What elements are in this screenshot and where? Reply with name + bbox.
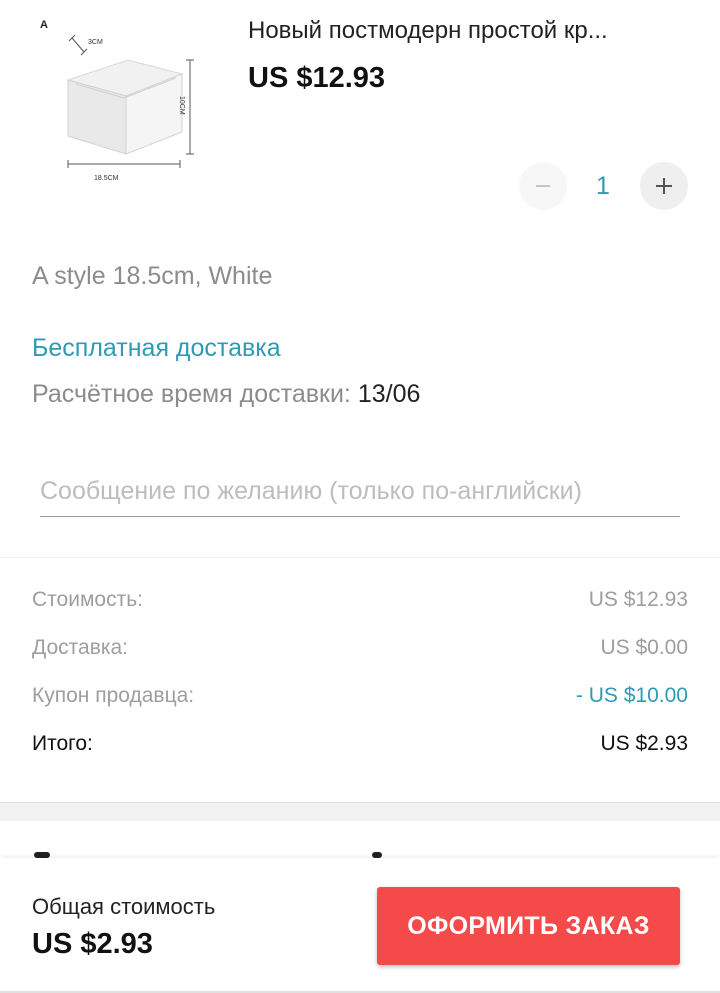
product-image[interactable]: A 3CM 10CM 18.5CM xyxy=(32,8,208,192)
summary-total-label: Итого: xyxy=(32,732,93,755)
delivery-estimate-label: Расчётное время доставки: xyxy=(32,380,351,408)
plus-icon xyxy=(656,178,672,194)
section-divider xyxy=(0,557,720,558)
checkout-total-value: US $2.93 xyxy=(32,928,153,960)
summary-coupon-label: Купон продавца: xyxy=(32,684,195,707)
quantity-stepper: 1 xyxy=(519,162,689,210)
seller-message-field xyxy=(40,468,680,517)
quantity-value: 1 xyxy=(596,172,610,200)
summary-total-value: US $2.93 xyxy=(600,732,688,755)
seller-message-input[interactable] xyxy=(40,468,680,514)
order-summary: Стоимость: US $12.93 Доставка: US $0.00 … xyxy=(0,576,720,768)
delivery-estimate: Расчётное время доставки: 13/06 xyxy=(32,380,420,409)
minus-icon xyxy=(536,185,550,187)
checkout-total-label: Общая стоимость xyxy=(32,894,216,919)
summary-row-delivery: Доставка: US $0.00 xyxy=(0,624,720,672)
product-title[interactable]: Новый постмодерн простой кр... xyxy=(248,14,688,48)
summary-row-total: Итого: US $2.93 xyxy=(0,720,720,768)
delivery-estimate-date: 13/06 xyxy=(357,380,421,408)
increase-quantity-button[interactable] xyxy=(640,162,688,210)
section-separator-band xyxy=(0,802,720,821)
image-dim-side: 10CM xyxy=(178,96,185,115)
decrease-quantity-button[interactable] xyxy=(519,162,567,210)
product-image-graphic: A 3CM 10CM 18.5CM xyxy=(40,19,194,182)
image-dim-bottom: 18.5CM xyxy=(94,175,119,182)
summary-delivery-value: US $0.00 xyxy=(600,636,688,659)
free-shipping-label[interactable]: Бесплатная доставка xyxy=(32,334,281,363)
summary-row-coupon[interactable]: Купон продавца: - US $10.00 xyxy=(0,672,720,720)
summary-row-cost: Стоимость: US $12.93 xyxy=(0,576,720,624)
checkout-bar: Общая стоимость US $2.93 ОФОРМИТЬ ЗАКАЗ xyxy=(0,858,720,992)
cart-item: A 3CM 10CM 18.5CM Новый постмодерн прост… xyxy=(0,0,720,230)
summary-coupon-value: - US $10.00 xyxy=(575,684,688,707)
summary-delivery-label: Доставка: xyxy=(32,636,129,659)
image-corner-label: A xyxy=(40,19,48,31)
image-dim-top: 3CM xyxy=(88,39,103,46)
summary-cost-label: Стоимость: xyxy=(32,588,143,611)
product-variant[interactable]: A style 18.5cm, White xyxy=(32,262,272,291)
product-price: US $12.93 xyxy=(248,62,386,94)
summary-cost-value: US $12.93 xyxy=(588,588,688,611)
place-order-button[interactable]: ОФОРМИТЬ ЗАКАЗ xyxy=(377,887,680,965)
obscured-section-heading xyxy=(32,838,572,858)
